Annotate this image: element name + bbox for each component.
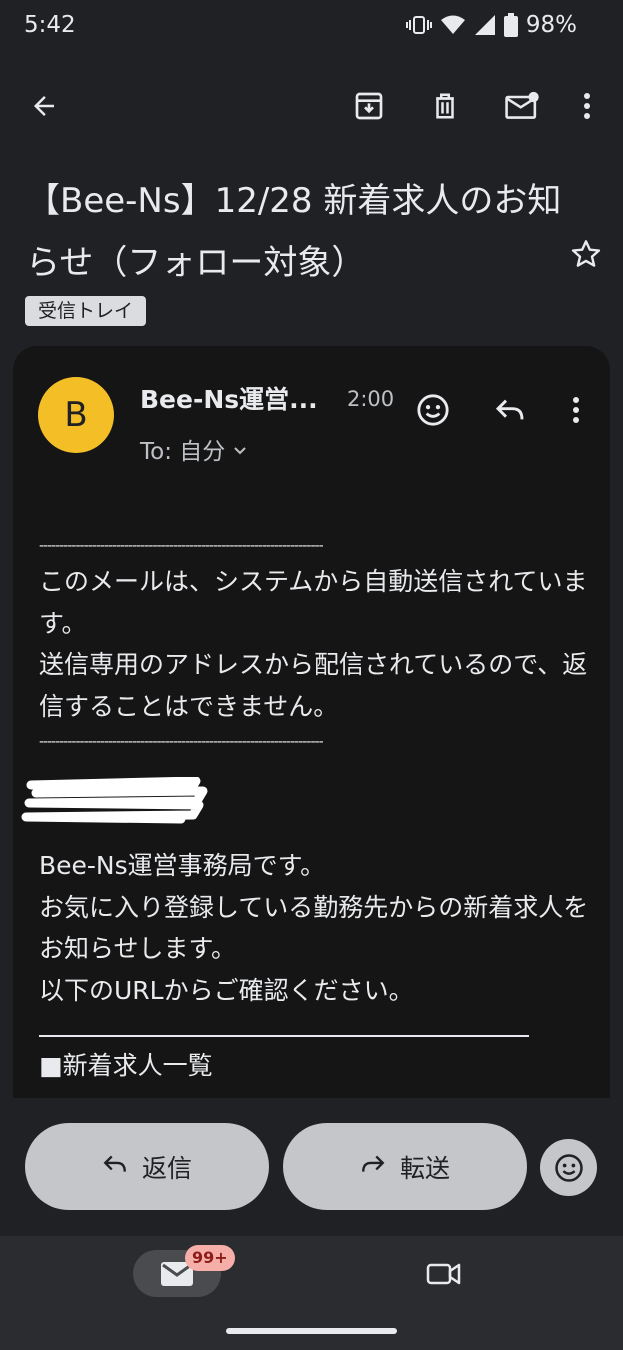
forward-button[interactable]: 転送 [283, 1123, 527, 1210]
section-rule [39, 1035, 529, 1037]
divider-dashes-top: ----------------------------------------… [39, 538, 324, 554]
reply-button-icon [102, 1152, 128, 1181]
status-time: 5:42 [24, 12, 76, 38]
gesture-home-bar[interactable] [226, 1328, 397, 1334]
star-icon[interactable] [566, 234, 606, 274]
avatar[interactable]: B [38, 377, 114, 453]
notice-line-1: このメールは、システムから自動送信されています。 [39, 567, 588, 638]
mark-unread-icon[interactable] [500, 86, 544, 126]
recipient-label: To: 自分 [140, 439, 226, 465]
intro-line-3: 以下のURLからご確認ください。 [39, 975, 414, 1005]
reply-icon[interactable] [489, 389, 531, 431]
vibrate-icon [405, 14, 432, 36]
reply-button[interactable]: 返信 [25, 1123, 269, 1210]
battery-percent: 98% [525, 12, 577, 38]
message-more-icon[interactable] [561, 389, 591, 431]
nav-meet-tab[interactable] [424, 1254, 464, 1294]
emoji-icon [554, 1153, 583, 1182]
divider-dashes-bottom: ----------------------------------------… [39, 734, 324, 750]
reply-button-label: 返信 [141, 1153, 192, 1183]
archive-icon[interactable] [349, 86, 389, 126]
intro-line-2: お気に入り登録している勤務先からの新着求人をお知らせします。 [39, 892, 589, 964]
intro-line-1: Bee-Ns運営事務局です。 [39, 851, 326, 880]
message-card: B Bee-Ns運営... 2:00 To: 自分 --------------… [13, 346, 610, 1098]
message-time: 2:00 [347, 387, 395, 411]
wifi-icon [440, 14, 466, 36]
forward-icon [360, 1152, 386, 1181]
redaction-scribble [21, 777, 208, 824]
recipient-toggle[interactable]: To: 自分 [140, 432, 247, 466]
sender-name[interactable]: Bee-Ns運営... [140, 380, 318, 416]
email-subject: 【Bee-Ns】12/28 新着求人のお知らせ（フォロー対象） [26, 181, 562, 283]
signal-icon [474, 14, 496, 36]
battery-icon [503, 13, 518, 37]
forward-button-label: 転送 [399, 1153, 450, 1183]
status-icons: 98% [405, 12, 577, 38]
video-icon [426, 1263, 461, 1285]
more-vert-icon[interactable] [572, 86, 602, 126]
inbox-label-chip[interactable]: 受信トレイ [25, 296, 147, 326]
emoji-react-button[interactable] [540, 1139, 597, 1196]
chevron-down-icon [233, 436, 247, 462]
trash-icon[interactable] [425, 86, 465, 126]
back-arrow-icon[interactable] [24, 86, 64, 126]
emoji-react-icon[interactable] [412, 389, 454, 431]
notice-line-2: 送信専用のアドレスから配信されているので、返信することはできません。 [39, 650, 588, 721]
section-heading: ■新着求人一覧 [39, 1051, 213, 1080]
message-body: ----------------------------------------… [21, 531, 599, 1087]
unread-badge: 99+ [185, 1245, 235, 1271]
